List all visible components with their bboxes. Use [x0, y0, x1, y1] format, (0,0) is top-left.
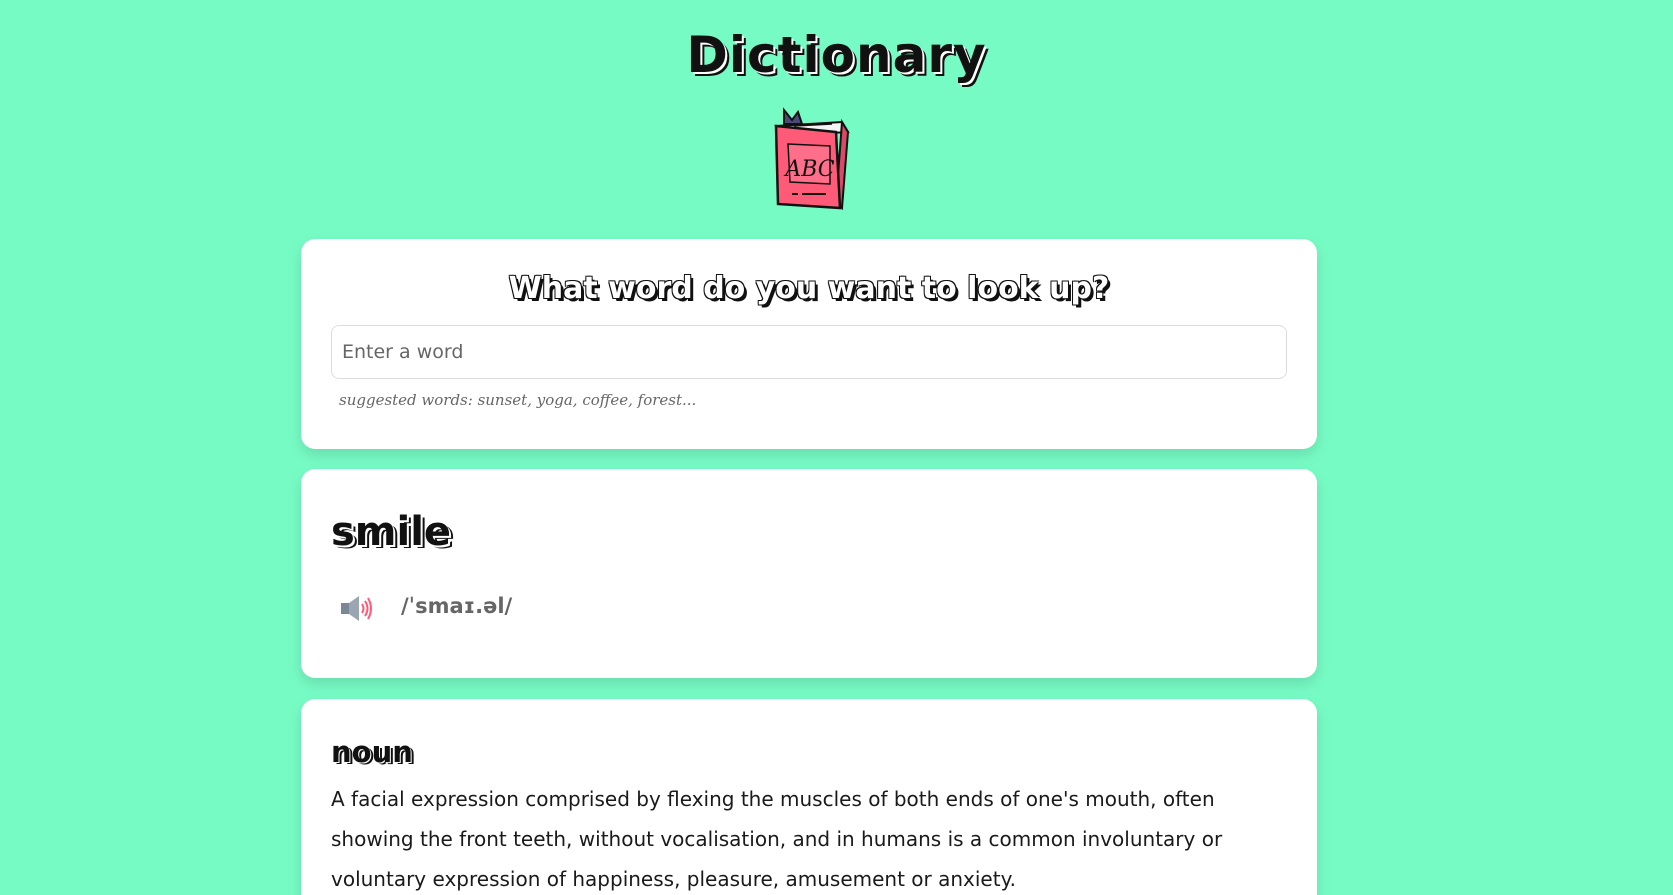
speaker-icon [341, 596, 372, 621]
search-heading: What word do you want to look up? [508, 271, 1110, 306]
phonetic-text: /ˈsmaɪ.əl/ [401, 594, 513, 618]
word-title: smile [331, 509, 452, 555]
suggested-words-text: suggested words: sunset, yoga, coffee, f… [339, 391, 697, 409]
part-of-speech-label: noun [331, 735, 413, 769]
search-input[interactable] [331, 325, 1287, 379]
search-card: What word do you want to look up? sugges… [301, 239, 1317, 449]
meaning-card: noun A facial expression comprised by fl… [301, 699, 1317, 895]
word-card: smile /ˈsmaɪ.əl/ [301, 469, 1317, 678]
page: Dictionary ABC What word do you want to … [0, 0, 1673, 895]
book-logo-text: ABC [783, 157, 834, 182]
play-audio-button[interactable] [339, 593, 375, 623]
app-title: Dictionary [686, 26, 987, 84]
definition-text: A facial expression comprised by flexing… [331, 787, 1223, 891]
book-logo-icon: ABC [774, 107, 850, 211]
